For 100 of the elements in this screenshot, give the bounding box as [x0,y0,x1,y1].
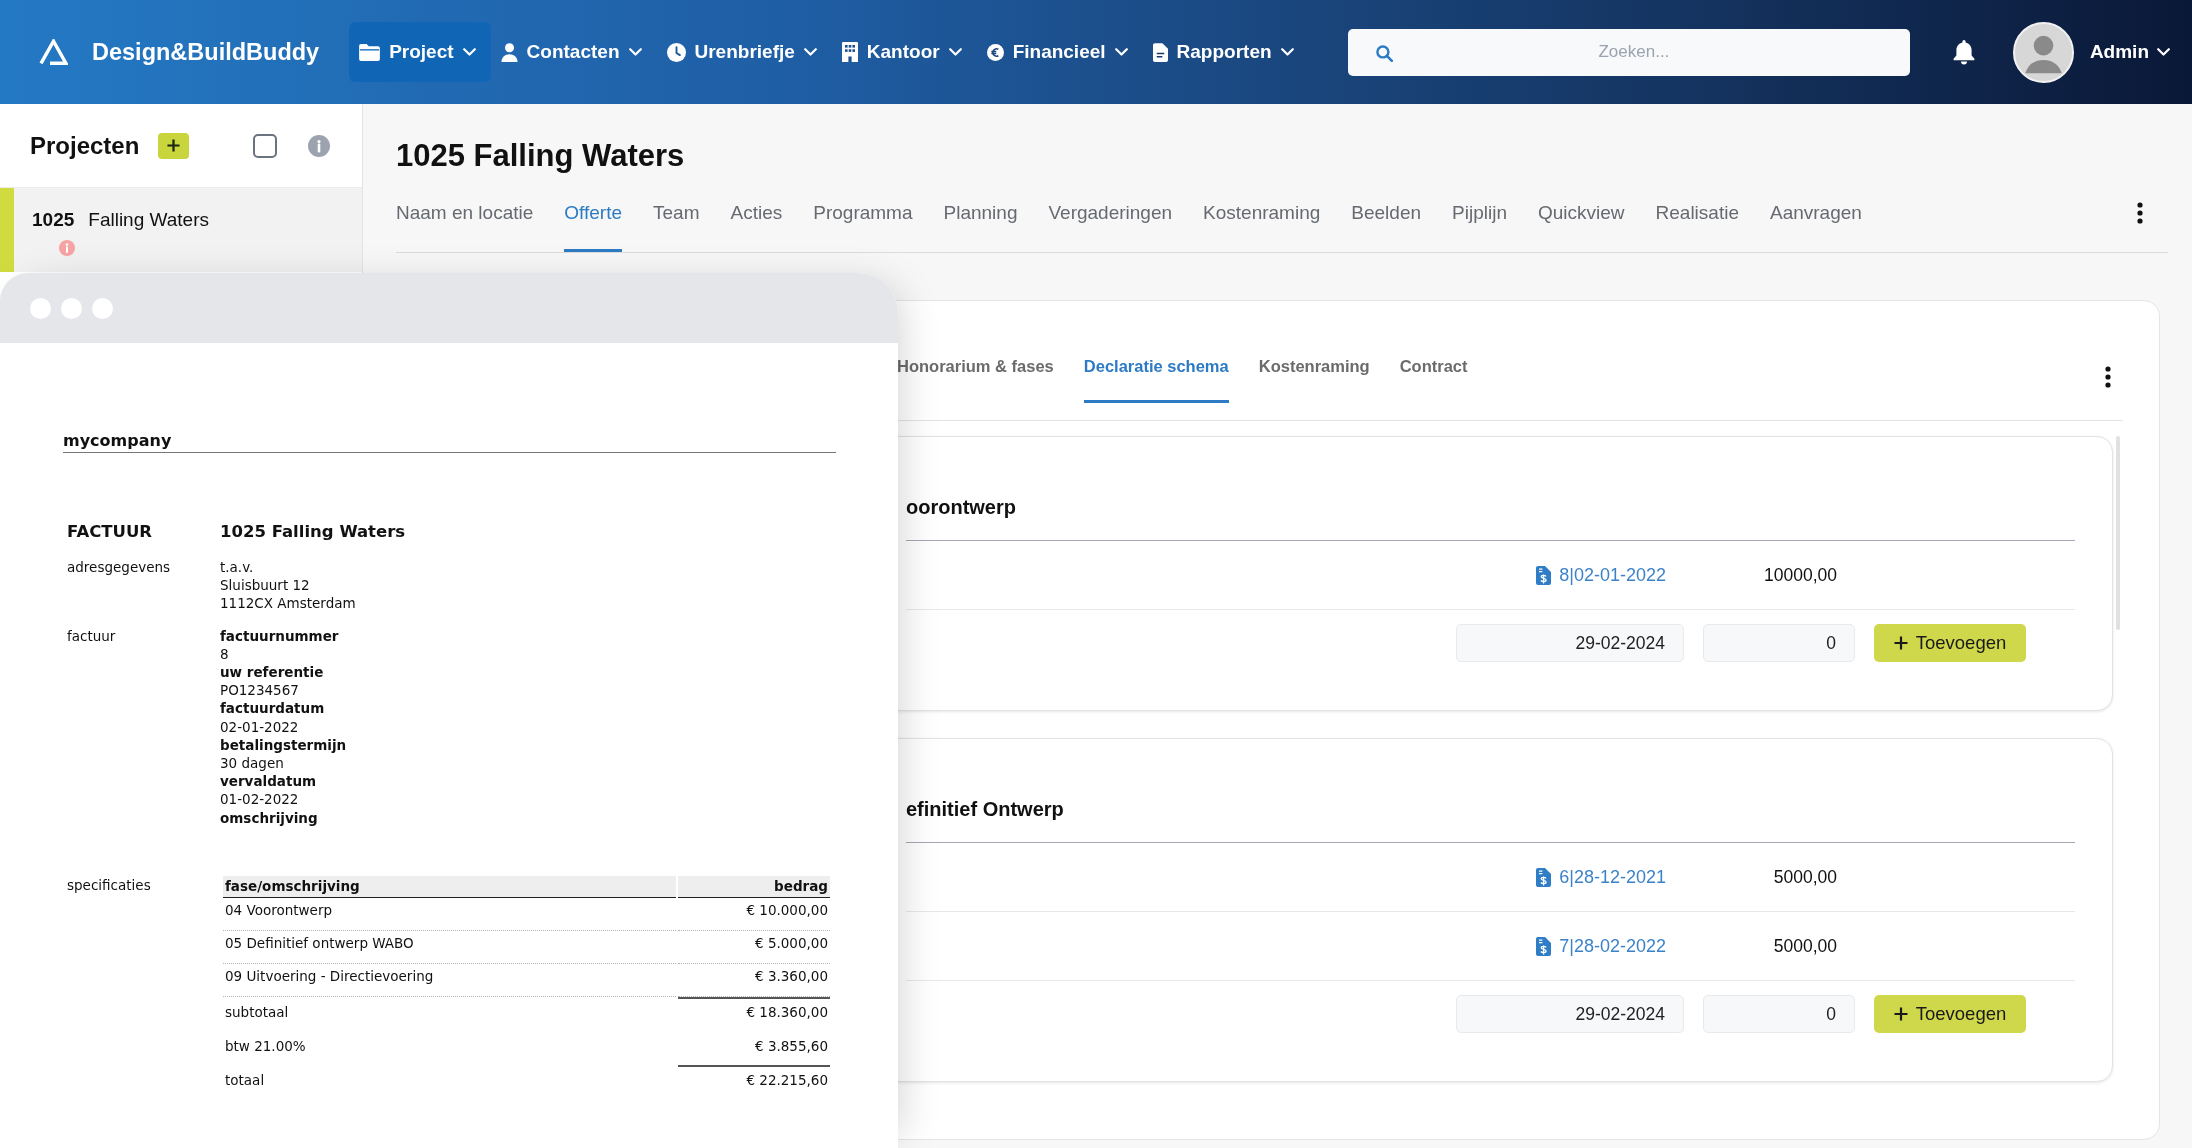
field-label: factuurdatum [220,699,326,718]
field-label: factuurnummer [220,626,340,645]
field-value: 8 [220,644,230,663]
plus-icon [1893,636,1908,650]
field-label: uw referentie [220,663,325,682]
total-amount: € 22.215,60 [678,1064,830,1099]
project-tab[interactable]: Pijplijn [1452,202,1507,252]
invoice-link[interactable]: 8|02-01-2022 [1536,564,1666,586]
project-tab[interactable]: Aanvragen [1769,202,1862,252]
person-icon [500,42,518,62]
plus-icon [1893,1007,1908,1021]
project-tab[interactable]: Kostenraming [1203,202,1321,252]
total-label: totaal [224,1070,266,1090]
field-value: 02-01-2022 [220,717,300,736]
project-number: 1025 [32,209,75,231]
sidebar-title: Projecten [30,131,140,160]
chevron-down-icon [462,48,476,56]
column-header: fase/omschrijving [223,875,676,898]
chevron-down-icon [628,48,642,56]
subsection-tab[interactable]: Declaratie schema [1083,341,1229,403]
folder-icon [359,43,381,61]
table-cell: € 5.000,00 [678,930,830,964]
amount-text: 5000,00 [1773,935,1837,957]
field-label: betalingstermijn [220,735,348,755]
building-icon [841,42,858,62]
invoice-document-icon [1536,936,1552,956]
invoice-link[interactable]: 7|28-02-2022 [1536,935,1666,957]
more-options-icon[interactable] [2137,202,2143,224]
date-field[interactable]: 29-02-2024 [1456,995,1684,1033]
chevron-down-icon [803,48,817,56]
section-label: adresgegevens [67,558,171,577]
total-label: subtotaal [224,1002,290,1022]
project-tab[interactable]: Realisatie [1655,202,1739,252]
table-cell: 05 Definitief ontwerp WABO [223,930,676,964]
document-icon [1152,42,1168,62]
total-amount: € 3.855,60 [754,1036,829,1056]
field-value: PO1234567 [220,681,300,700]
search-field[interactable]: Zoeken... [1347,28,1910,76]
info-icon[interactable] [308,134,331,157]
add-project-button[interactable] [158,132,190,159]
project-list-item[interactable]: 1025 Falling Waters [0,188,362,272]
invoice-link[interactable]: 6|28-12-2021 [1536,866,1666,888]
table-cell: € 3.360,00 [678,963,830,997]
add-button[interactable]: Toevoegen [1874,624,2026,662]
subsection-tab[interactable]: Kostenraming [1258,341,1370,403]
bell-icon[interactable] [1952,39,1975,65]
section-label: factuur [67,626,116,645]
chevron-down-icon [2157,48,2170,56]
date-field[interactable]: 29-02-2024 [1456,624,1684,662]
phase-title: efinitief Ontwerp [906,797,2075,843]
project-tab[interactable]: Naam en locatie [396,202,534,252]
nav-menu-item[interactable]: Rapporten [1142,22,1309,82]
field-label: vervaldatum [220,772,318,791]
company-name: mycompany [63,431,836,453]
logo-icon [39,39,68,65]
project-tab[interactable]: Planning [943,202,1018,252]
nav-menu-item[interactable]: Contacten [490,22,657,82]
subsection-tab[interactable]: Contract [1399,341,1468,403]
amount-text: 10000,00 [1764,564,1837,586]
invoice-title: 1025 Falling Waters [220,522,406,542]
project-tab[interactable]: Programma [813,202,913,252]
column-header: bedrag [678,875,830,898]
address-line: t.a.v. [220,558,255,577]
amount-field[interactable]: 0 [1703,995,1855,1033]
euro-icon [986,43,1004,61]
invoice-document-icon [1536,565,1552,585]
total-label: btw 21.00% [224,1036,307,1056]
project-tab[interactable]: Team [653,202,700,252]
add-button[interactable]: Toevoegen [1874,995,2026,1033]
amount-field[interactable]: 0 [1703,624,1855,662]
chevron-down-icon [1280,48,1294,56]
phase-title: oorontwerp [906,495,2075,541]
field-value: 01-02-2022 [220,790,300,809]
brand-name: Design&BuildBuddy [92,38,320,66]
project-tab[interactable]: Offerte [564,202,623,252]
nav-menu-item[interactable]: Financieel [976,22,1143,82]
address-line: 1112CX Amsterdam [220,594,357,613]
user-menu[interactable]: Admin [2089,41,2170,63]
field-label: omschrijving [220,808,319,827]
nav-menu-item[interactable]: Project [349,22,491,82]
page-title: 1025 Falling Waters [396,138,686,174]
invoice-document-icon [1536,867,1552,887]
project-tab[interactable]: Quickview [1537,202,1625,252]
plus-icon [167,139,181,152]
nav-menu-item[interactable]: Urenbriefje [656,22,832,82]
project-name: Falling Waters [88,209,209,231]
search-icon [1375,44,1393,62]
invoice-heading: FACTUUR [67,522,152,542]
project-tab[interactable]: Acties [730,202,783,252]
more-options-icon[interactable] [2105,366,2111,388]
table-cell: 04 Voorontwerp [223,897,676,931]
total-amount: € 18.360,00 [678,996,830,1031]
select-all-checkbox[interactable] [253,133,278,158]
table-cell: 09 Uitvoering - Directievoering [223,963,676,997]
avatar[interactable] [2012,21,2074,83]
subsection-tab[interactable]: Honorarium & fases [897,341,1054,403]
section-label: specificaties [67,875,151,895]
nav-menu-item[interactable]: Kantoor [831,22,977,82]
project-tab[interactable]: Vergaderingen [1048,202,1173,252]
project-tab[interactable]: Beelden [1351,202,1422,252]
